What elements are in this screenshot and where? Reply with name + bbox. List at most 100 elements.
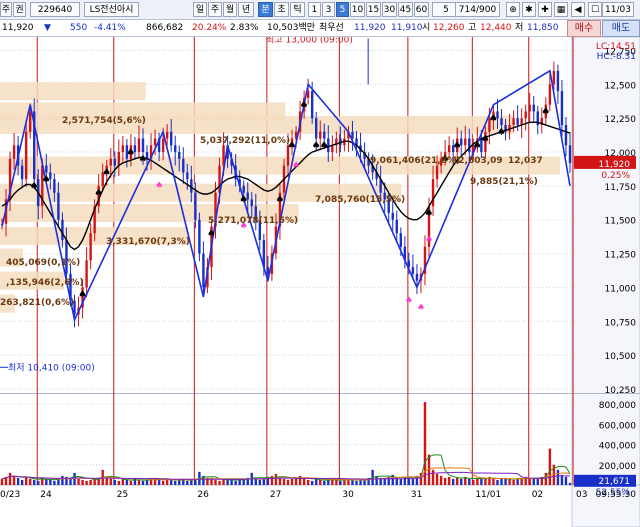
candle-body (556, 70, 560, 92)
toolbar-item-tb16[interactable]: 30 (382, 2, 397, 17)
volume-bar (28, 478, 32, 485)
candle-body (85, 260, 88, 288)
volume-bar (230, 479, 233, 485)
candle-body (411, 267, 415, 274)
candle-body (113, 158, 116, 166)
grid-icon[interactable]: ▦ (554, 2, 568, 17)
toolbar-item-tb8[interactable]: 분 (258, 2, 273, 17)
candle-body (564, 124, 568, 146)
volume-bar (315, 478, 318, 485)
volume-profile-label: 12,803,09 (452, 156, 503, 166)
price-tick-label: 11,750 (605, 183, 637, 193)
candle-body (319, 131, 322, 139)
sell-button[interactable]: 매도 (602, 20, 640, 37)
price-tick-label: 11,250 (605, 251, 637, 261)
volume-bar (556, 469, 560, 485)
current-change-label: 0.25% (601, 171, 630, 181)
candle-body (520, 118, 523, 125)
volume-bar (359, 479, 362, 485)
volume-bar (548, 448, 552, 485)
toolbar-item-tb21[interactable]: 11/03 (602, 2, 634, 17)
volume-bar (306, 479, 310, 485)
volume-bar (383, 478, 386, 485)
down-arrow-icon: ▼ (44, 23, 51, 33)
volume-bar (145, 479, 149, 485)
volume-bar (137, 479, 141, 485)
x-tick-label: 11/01 (475, 490, 501, 500)
candle-body (315, 118, 318, 139)
toolbar-item-tb11[interactable]: 1 (308, 2, 321, 17)
volume-profile-label: 12,037 (508, 156, 543, 166)
candle-body (323, 131, 326, 139)
toolbar: 주 권 229640 LS전선아시 일 주 월 년 분 초 틱 1 3 5 10 15 30 45 60 5 714/9… (0, 0, 640, 20)
settings-icon[interactable]: ✱ (522, 2, 536, 17)
volume-bar (222, 479, 225, 485)
volume-bar (516, 478, 519, 485)
change-percent: -4.41% (94, 23, 126, 33)
candle-body (464, 138, 467, 146)
toolbar-item-tb4[interactable]: 일 (193, 2, 207, 17)
toolbar-item-tb13[interactable]: 5 (336, 2, 349, 17)
candle-body (331, 145, 334, 153)
volume-bar (508, 478, 511, 485)
toolbar-item-tb1[interactable]: 권 (13, 2, 26, 17)
candle-body (117, 152, 121, 166)
candle-body (310, 91, 314, 119)
volume-bar (411, 478, 415, 485)
volume-bar (451, 478, 455, 485)
candle-body (435, 165, 439, 180)
stock-chart: 12,75012,50012,25012,00011,75011,50011,2… (0, 37, 640, 527)
volume-bar (186, 480, 189, 485)
volume-bar (399, 478, 403, 485)
high-label: 고 (468, 23, 477, 33)
toolbar-item-tb14[interactable]: 10 (350, 2, 365, 17)
buy-signal-icon: ♠ (541, 107, 550, 118)
current-volume-label: 21,671 (599, 477, 631, 487)
buy-button[interactable]: 매수 (567, 20, 601, 37)
volume-bar (468, 478, 471, 485)
candle-body (415, 273, 419, 281)
toolbar-item-tb17[interactable]: 45 (398, 2, 413, 17)
toolbar-item-tb15[interactable]: 15 (366, 2, 381, 17)
toolbar-item-tb6[interactable]: 월 (223, 2, 237, 17)
volume-bar (335, 479, 338, 485)
toolbar-item-tb5[interactable]: 주 (208, 2, 222, 17)
candle-body (153, 138, 157, 146)
candle-body (468, 138, 471, 153)
volume-bar (327, 479, 330, 485)
toolbar-item-tb2[interactable]: 229640 (30, 2, 80, 17)
candle-body (250, 199, 253, 207)
candle-body (20, 165, 24, 180)
buy-signal-icon: ♠ (453, 141, 462, 152)
scroll-left-icon[interactable]: ◀ (571, 2, 585, 17)
volume-bar (125, 479, 129, 485)
volume-bar (500, 478, 503, 485)
toolbar-item-tb9[interactable]: 초 (274, 2, 289, 17)
volume-tick-label: 600,000 (599, 421, 636, 431)
volume-bar (351, 479, 354, 485)
toolbar-item-tb3[interactable]: LS전선아시 (84, 2, 139, 17)
checkbox-icon[interactable]: ☐ (588, 2, 602, 17)
volume-bar (456, 477, 459, 485)
toolbar-item-tb10[interactable]: 틱 (290, 2, 305, 17)
volume-bar (24, 476, 28, 485)
volume-bar (16, 477, 20, 485)
volume-tick-label: 200,000 (599, 462, 636, 472)
toolbar-item-tb12[interactable]: 3 (322, 2, 335, 17)
toolbar-item-tb20[interactable]: 714/900 (455, 2, 500, 17)
volume-bar (89, 479, 92, 485)
candle-body (45, 165, 48, 173)
volume-bar (544, 472, 548, 485)
zoom-icon[interactable]: ⊕ (506, 2, 520, 17)
volume-profile-label: 263,821(0,6%) (0, 298, 74, 308)
candle-body (65, 240, 68, 274)
volume-bar (161, 480, 165, 485)
toolbar-item-tb18[interactable]: 60 (414, 2, 429, 17)
buy-signal-icon: ♠ (275, 195, 284, 206)
crosshair-icon[interactable]: ✚ (538, 2, 552, 17)
candle-body (194, 192, 197, 220)
toolbar-item-tb7[interactable]: 년 (238, 2, 254, 17)
x-tick-label: 25 (117, 490, 128, 500)
toolbar-item-tb0[interactable]: 주 (0, 2, 12, 17)
volume: 866,682 (146, 23, 184, 33)
